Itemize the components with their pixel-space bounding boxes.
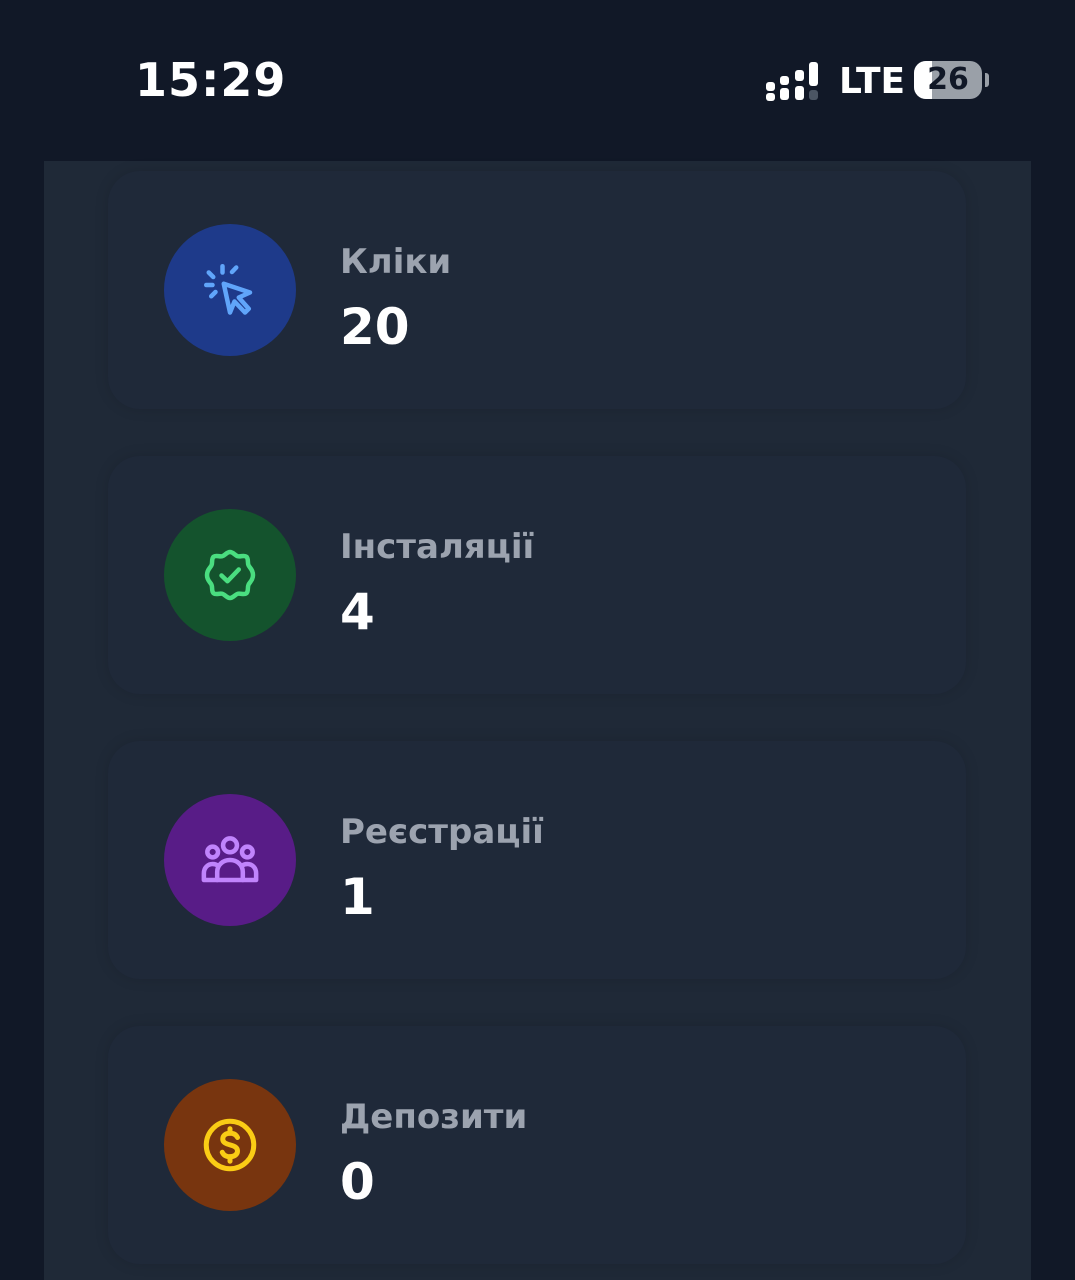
stat-icon-circle (164, 1079, 296, 1211)
stat-card-registrations: Реєстрації 1 (108, 741, 966, 979)
stat-value: 0 (340, 1153, 375, 1211)
badge-check-icon (204, 549, 256, 601)
stat-label: Кліки (340, 242, 452, 282)
stat-value: 1 (340, 868, 375, 926)
phone-screen: 15:29 LTE 26 Кліки 20 Інсталяції 4 Реєст… (0, 0, 1075, 1280)
battery-icon: 26 (914, 61, 982, 99)
user-group-icon (201, 836, 259, 883)
stat-card-installs: Інсталяції 4 (108, 456, 966, 694)
stat-value: 4 (340, 583, 375, 641)
stats-panel: Кліки 20 Інсталяції 4 Реєстрації 1 Депоз… (44, 161, 1031, 1280)
stat-value: 20 (340, 298, 410, 356)
stat-card-deposits: Депозити 0 (108, 1026, 966, 1264)
cellular-signal-icon (766, 62, 822, 101)
stat-label: Депозити (340, 1097, 528, 1137)
network-type: LTE (839, 61, 906, 102)
status-time: 15:29 (135, 53, 287, 107)
dollar-coin-icon (203, 1118, 257, 1172)
stat-icon-circle (164, 509, 296, 641)
battery-percent: 26 (927, 62, 969, 97)
stat-label: Інсталяції (340, 527, 535, 567)
status-bar: 15:29 LTE 26 (0, 0, 1075, 160)
stat-icon-circle (164, 794, 296, 926)
cursor-click-icon (204, 264, 253, 315)
stat-label: Реєстрації (340, 812, 544, 852)
stat-icon-circle (164, 224, 296, 356)
battery-cap (985, 73, 989, 87)
stat-card-clicks: Кліки 20 (108, 171, 966, 409)
